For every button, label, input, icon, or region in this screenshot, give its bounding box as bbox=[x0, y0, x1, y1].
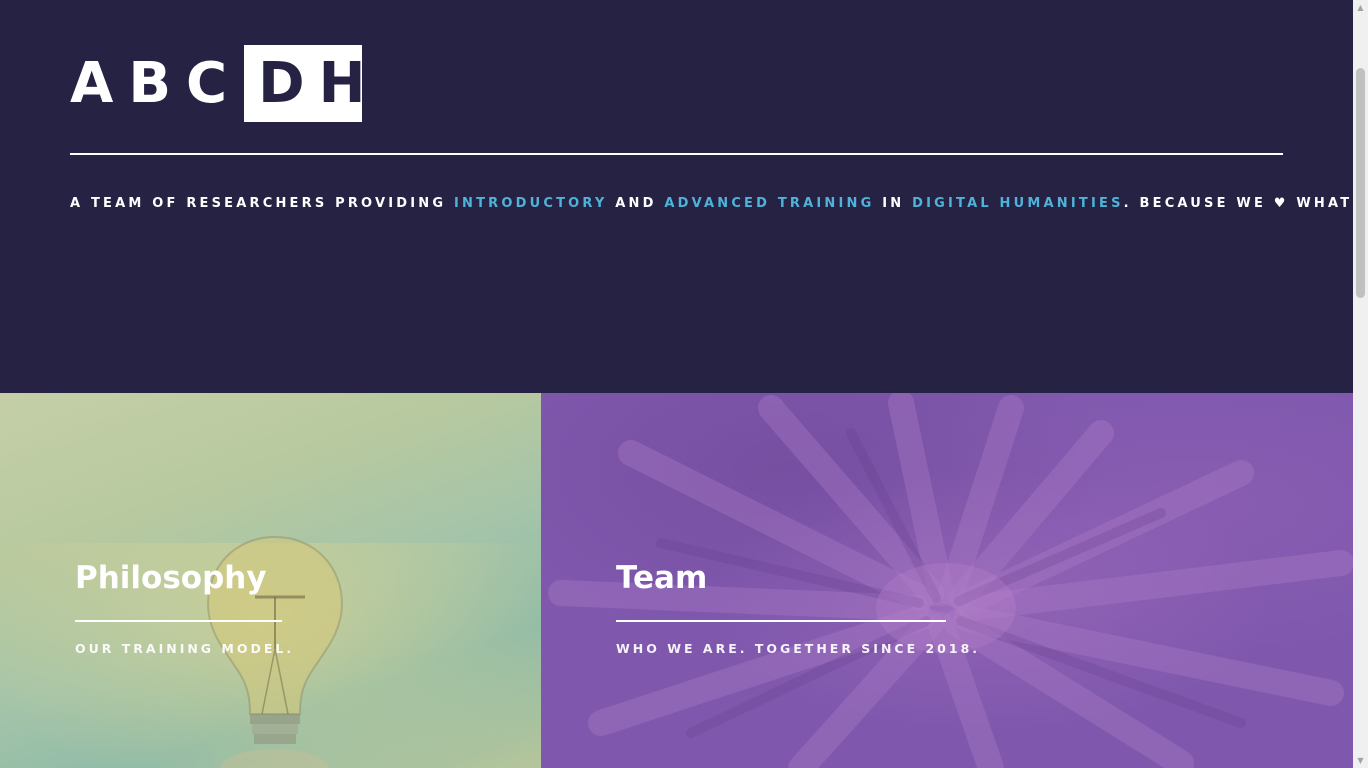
tagline-text: IN bbox=[874, 196, 913, 211]
philosophy-panel[interactable]: Philosophy OUR TRAINING MODEL. bbox=[0, 393, 541, 768]
vertical-scrollbar[interactable]: ▲ ▼ bbox=[1353, 0, 1368, 768]
tagline-text: A TEAM OF RESEARCHERS PROVIDING bbox=[70, 196, 454, 211]
philosophy-subtitle: OUR TRAINING MODEL. bbox=[75, 641, 295, 656]
tagline-text: AND bbox=[607, 196, 665, 211]
site-logo[interactable]: ABC DH bbox=[70, 45, 365, 122]
tagline-text: . BECAUSE WE bbox=[1123, 196, 1274, 211]
logo-text-boxed: DH bbox=[244, 45, 365, 122]
header-divider bbox=[70, 153, 1283, 155]
heart-icon: ♥ bbox=[1273, 196, 1289, 211]
scroll-up-icon[interactable]: ▲ bbox=[1353, 0, 1368, 15]
scrollbar-thumb[interactable] bbox=[1356, 68, 1365, 298]
tagline-link-digital-humanities[interactable]: DIGITAL HUMANITIES bbox=[912, 196, 1124, 211]
team-panel[interactable]: Team WHO WE ARE. TOGETHER SINCE 2018. bbox=[541, 393, 1353, 768]
philosophy-divider bbox=[75, 620, 282, 622]
team-subtitle: WHO WE ARE. TOGETHER SINCE 2018. bbox=[616, 641, 981, 656]
logo-text-plain: ABC bbox=[70, 51, 243, 116]
team-divider bbox=[616, 620, 946, 622]
site-header: ABC DH A TEAM OF RESEARCHERS PROVIDING I… bbox=[0, 0, 1353, 393]
tagline-link-advanced-training[interactable]: ADVANCED TRAINING bbox=[664, 196, 874, 211]
scroll-down-icon[interactable]: ▼ bbox=[1353, 753, 1368, 768]
team-title[interactable]: Team bbox=[616, 560, 707, 596]
tagline-link-introductory[interactable]: INTRODUCTORY bbox=[454, 196, 608, 211]
page: ABC DH A TEAM OF RESEARCHERS PROVIDING I… bbox=[0, 0, 1353, 768]
tagline-text: WHAT WE DO. bbox=[1296, 196, 1353, 211]
philosophy-title[interactable]: Philosophy bbox=[75, 560, 267, 596]
site-tagline: A TEAM OF RESEARCHERS PROVIDING INTRODUC… bbox=[70, 196, 1353, 211]
